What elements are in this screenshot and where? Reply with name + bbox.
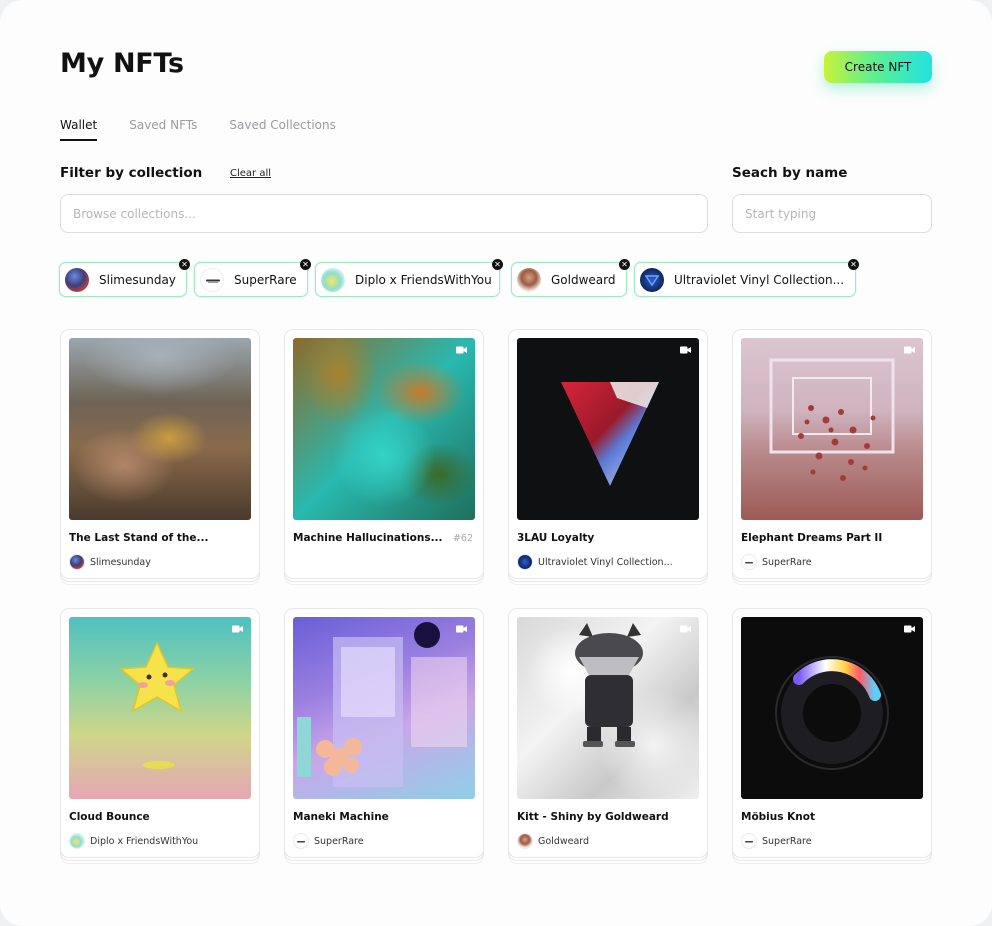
video-icon — [232, 625, 243, 633]
nft-collection[interactable]: Goldweard — [517, 833, 589, 849]
nft-collection[interactable]: Diplo x FriendsWithYou — [69, 833, 198, 849]
superrare-logo-icon — [200, 267, 224, 292]
remove-chip-icon[interactable]: ✕ — [848, 259, 859, 270]
nft-title: Elephant Dreams Part II — [741, 532, 883, 544]
nft-title: 3LAU Loyalty — [517, 532, 595, 544]
slimesunday-avatar-icon — [69, 554, 85, 570]
remove-chip-icon[interactable]: ✕ — [300, 259, 311, 270]
video-icon — [680, 625, 691, 633]
nft-dashboard: My NFTs Create NFT Wallet Saved NFTs Sav… — [0, 0, 992, 926]
filter-label: Filter by collection — [60, 165, 203, 181]
goldweard-avatar-icon — [517, 267, 541, 292]
nft-collection-name: SuperRare — [314, 835, 364, 847]
tab-saved-nfts[interactable]: Saved NFTs — [129, 117, 197, 141]
nft-artwork-image — [69, 338, 251, 520]
nft-title: Cloud Bounce — [69, 811, 150, 823]
nft-title: Maneki Machine — [293, 811, 389, 823]
tab-saved-collections[interactable]: Saved Collections — [229, 117, 336, 141]
nft-artwork-image — [293, 617, 475, 799]
superrare-logo-icon — [293, 833, 309, 849]
nft-artwork-image — [293, 338, 475, 520]
nft-collection-name: Goldweard — [538, 835, 590, 847]
nft-title: Möbius Knot — [741, 811, 816, 823]
chip-slimesunday[interactable]: Slimesunday ✕ — [59, 259, 190, 297]
nft-card[interactable]: 3LAU Loyalty Ultraviolet Vinyl Collectio… — [508, 329, 708, 579]
nft-card[interactable]: Machine Hallucinations... #62 — [284, 329, 484, 579]
nft-title: The Last Stand of the... — [69, 532, 209, 544]
nft-title: Machine Hallucinations... — [293, 532, 443, 544]
nft-card[interactable]: Cloud Bounce Diplo x FriendsWithYou — [60, 608, 260, 858]
diplo-avatar-icon — [321, 267, 345, 292]
chip-goldweard[interactable]: Goldweard ✕ — [511, 259, 630, 297]
nft-collection-name: SuperRare — [762, 835, 812, 847]
tab-bar: Wallet Saved NFTs Saved Collections — [60, 117, 336, 141]
nft-artwork-image — [517, 617, 699, 799]
video-icon — [904, 625, 915, 633]
nft-card[interactable]: The Last Stand of the... Slimesunday — [60, 329, 260, 579]
video-icon — [904, 346, 915, 354]
nft-card[interactable]: Elephant Dreams Part II SuperRare — [732, 329, 932, 579]
chip-label: Diplo x FriendsWithYou — [355, 272, 492, 287]
search-label: Seach by name — [732, 165, 848, 181]
nft-card[interactable]: Möbius Knot SuperRare — [732, 608, 932, 858]
chip-diplo-friendswithyou[interactable]: Diplo x FriendsWithYou ✕ — [315, 259, 503, 297]
video-icon — [456, 625, 467, 633]
video-icon — [456, 346, 467, 354]
nft-collection[interactable]: SuperRare — [293, 833, 364, 849]
remove-chip-icon[interactable]: ✕ — [179, 259, 190, 270]
create-nft-button[interactable]: Create NFT — [824, 51, 932, 83]
nft-collection[interactable]: SuperRare — [741, 833, 812, 849]
goldweard-avatar-icon — [517, 833, 533, 849]
nft-artwork-image — [741, 617, 923, 799]
chip-superrare[interactable]: SuperRare ✕ — [194, 259, 311, 297]
nft-edition-number: #62 — [452, 533, 473, 544]
nft-collection-name: Diplo x FriendsWithYou — [90, 835, 199, 847]
chip-label: Ultraviolet Vinyl Collection... — [674, 272, 845, 287]
nft-artwork-image — [517, 338, 699, 520]
nft-collection-name: Slimesunday — [90, 556, 151, 568]
ultraviolet-avatar-icon — [517, 554, 533, 570]
search-input[interactable] — [732, 194, 932, 233]
nft-card[interactable]: Kitt - Shiny by Goldweard Goldweard — [508, 608, 708, 858]
page-title: My NFTs — [60, 48, 184, 79]
nft-collection[interactable]: Slimesunday — [69, 554, 151, 570]
chip-label: Goldweard — [551, 272, 616, 287]
chip-label: Slimesunday — [99, 272, 176, 287]
nft-artwork-image — [741, 338, 923, 520]
slimesunday-avatar-icon — [65, 267, 89, 292]
nft-collection-name: Ultraviolet Vinyl Collection... — [538, 556, 673, 568]
nft-title: Kitt - Shiny by Goldweard — [517, 811, 669, 823]
remove-chip-icon[interactable]: ✕ — [492, 259, 503, 270]
nft-card[interactable]: Maneki Machine SuperRare — [284, 608, 484, 858]
nft-artwork-image — [69, 617, 251, 799]
clear-all-link[interactable]: Clear all — [230, 168, 271, 179]
remove-chip-icon[interactable]: ✕ — [619, 259, 630, 270]
tab-wallet[interactable]: Wallet — [60, 117, 98, 141]
chip-ultraviolet[interactable]: Ultraviolet Vinyl Collection... ✕ — [634, 259, 859, 297]
nft-collection[interactable]: SuperRare — [741, 554, 812, 570]
superrare-logo-icon — [741, 554, 757, 570]
superrare-logo-icon — [741, 833, 757, 849]
nft-collection-name: SuperRare — [762, 556, 812, 568]
ultraviolet-avatar-icon — [640, 267, 664, 292]
video-icon — [680, 346, 691, 354]
nft-collection[interactable]: Ultraviolet Vinyl Collection... — [517, 554, 673, 570]
diplo-avatar-icon — [69, 833, 85, 849]
collection-filter-input[interactable] — [60, 194, 708, 233]
chip-label: SuperRare — [234, 272, 297, 287]
